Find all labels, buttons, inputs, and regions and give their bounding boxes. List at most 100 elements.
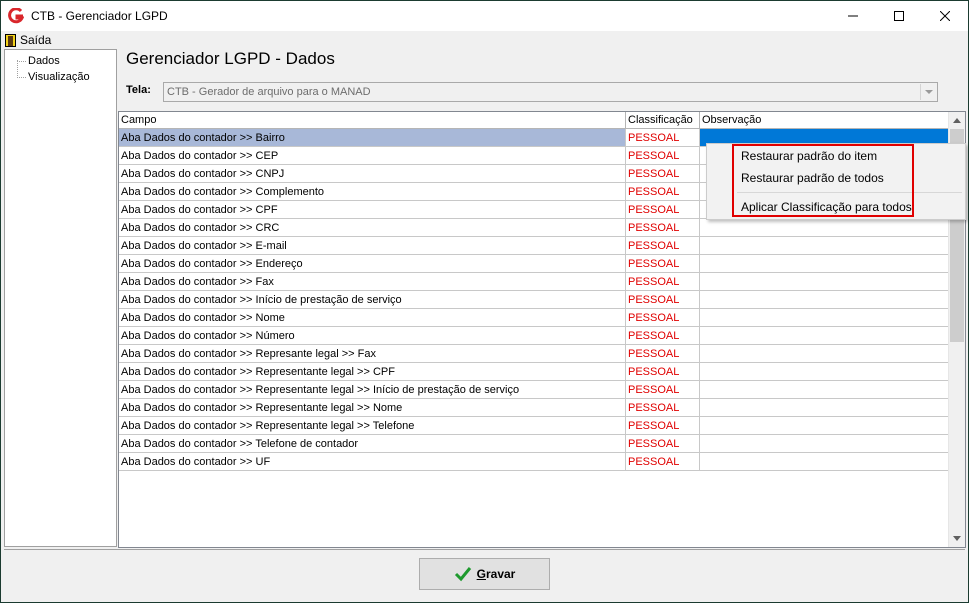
context-menu-restore-item[interactable]: Restaurar padrão do item [741,149,877,163]
cell-observacao[interactable] [700,255,949,273]
checkmark-icon [454,567,471,582]
cell-campo[interactable]: Aba Dados do contador >> UF [119,453,626,471]
scroll-up-button[interactable] [949,112,965,129]
cell-classificacao[interactable]: PESSOAL [626,435,700,453]
cell-campo[interactable]: Aba Dados do contador >> CEP [119,147,626,165]
cell-classificacao[interactable]: PESSOAL [626,129,700,147]
table-row[interactable]: Aba Dados do contador >> E-mail PESSOAL [119,237,949,255]
cell-campo[interactable]: Aba Dados do contador >> Bairro [119,129,626,147]
table-row[interactable]: Aba Dados do contador >> Representante l… [119,363,949,381]
tree-connector [17,61,26,62]
door-exit-icon [5,33,16,47]
cell-campo[interactable]: Aba Dados do contador >> Complemento [119,183,626,201]
cell-observacao[interactable] [700,219,949,237]
save-button-accesskey: G [476,567,486,581]
cell-observacao[interactable] [700,417,949,435]
cell-campo[interactable]: Aba Dados do contador >> Representante l… [119,399,626,417]
cell-observacao[interactable] [700,399,949,417]
cell-classificacao[interactable]: PESSOAL [626,273,700,291]
cell-campo[interactable]: Aba Dados do contador >> Representante l… [119,381,626,399]
cell-campo[interactable]: Aba Dados do contador >> Telefone de con… [119,435,626,453]
cell-classificacao[interactable]: PESSOAL [626,291,700,309]
cell-classificacao[interactable]: PESSOAL [626,201,700,219]
cell-observacao[interactable] [700,345,949,363]
minimize-button[interactable] [830,1,876,31]
cell-classificacao[interactable]: PESSOAL [626,327,700,345]
scroll-down-button[interactable] [949,530,965,547]
context-menu-restore-all[interactable]: Restaurar padrão de todos [741,171,884,185]
table-row[interactable]: Aba Dados do contador >> Nome PESSOAL [119,309,949,327]
cell-observacao[interactable] [700,237,949,255]
cell-campo[interactable]: Aba Dados do contador >> CRC [119,219,626,237]
cell-observacao[interactable] [700,381,949,399]
table-row[interactable]: Aba Dados do contador >> Fax PESSOAL [119,273,949,291]
tree-item-dados[interactable]: Dados [28,55,60,67]
cell-campo[interactable]: Aba Dados do contador >> Endereço [119,255,626,273]
minimize-icon [848,15,858,17]
close-icon [940,11,950,21]
cell-campo[interactable]: Aba Dados do contador >> CPF [119,201,626,219]
table-row[interactable]: Aba Dados do contador >> CRC PESSOAL [119,219,949,237]
title-bar[interactable]: CTB - Gerenciador LGPD [1,1,968,31]
tree-connector [17,77,26,78]
column-header-classificacao[interactable]: Classificação [626,112,700,129]
tela-select[interactable]: CTB - Gerador de arquivo para o MANAD [163,82,938,102]
column-header-campo[interactable]: Campo [119,112,626,129]
tree-item-visualizacao[interactable]: Visualização [28,71,90,83]
table-row[interactable]: Aba Dados do contador >> Início de prest… [119,291,949,309]
cell-classificacao[interactable]: PESSOAL [626,381,700,399]
cell-classificacao[interactable]: PESSOAL [626,453,700,471]
cell-campo[interactable]: Aba Dados do contador >> CNPJ [119,165,626,183]
table-row[interactable]: Aba Dados do contador >> Endereço PESSOAL [119,255,949,273]
cell-classificacao[interactable]: PESSOAL [626,309,700,327]
page-title: Gerenciador LGPD - Dados [126,49,335,68]
cell-classificacao[interactable]: PESSOAL [626,183,700,201]
cell-classificacao[interactable]: PESSOAL [626,237,700,255]
table-row[interactable]: Aba Dados do contador >> Número PESSOAL [119,327,949,345]
cell-campo[interactable]: Aba Dados do contador >> Número [119,327,626,345]
cell-classificacao[interactable]: PESSOAL [626,219,700,237]
cell-classificacao[interactable]: PESSOAL [626,147,700,165]
app-window: CTB - Gerenciador LGPD Saída Dados Visua… [0,0,969,603]
cell-campo[interactable]: Aba Dados do contador >> Representante l… [119,417,626,435]
table-row[interactable]: Aba Dados do contador >> Representante l… [119,399,949,417]
menu-bar: Saída [1,31,968,49]
cell-campo[interactable]: Aba Dados do contador >> Represante lega… [119,345,626,363]
table-row[interactable]: Aba Dados do contador >> Telefone de con… [119,435,949,453]
navigation-tree: Dados Visualização [4,49,117,547]
table-row[interactable]: Aba Dados do contador >> Representante l… [119,381,949,399]
cell-observacao[interactable] [700,435,949,453]
menu-exit[interactable]: Saída [1,33,51,47]
cell-observacao[interactable] [700,327,949,345]
save-button[interactable]: Gravar [419,558,550,590]
column-header-observacao[interactable]: Observação [700,112,949,129]
maximize-button[interactable] [876,1,922,31]
grid-header: Campo Classificação Observação [119,112,949,129]
cell-observacao[interactable] [700,453,949,471]
tela-select-value: CTB - Gerador de arquivo para o MANAD [167,86,371,98]
close-button[interactable] [922,1,968,31]
cell-observacao[interactable] [700,309,949,327]
cell-observacao[interactable] [700,273,949,291]
cell-campo[interactable]: Aba Dados do contador >> Nome [119,309,626,327]
tela-label: Tela: [126,84,151,96]
cell-classificacao[interactable]: PESSOAL [626,255,700,273]
cell-classificacao[interactable]: PESSOAL [626,417,700,435]
cell-classificacao[interactable]: PESSOAL [626,363,700,381]
scroll-down-icon [953,536,961,541]
tela-dropdown-button[interactable] [920,84,936,100]
cell-observacao[interactable] [700,363,949,381]
cell-observacao[interactable] [700,291,949,309]
menu-exit-label: Saída [20,33,52,47]
cell-campo[interactable]: Aba Dados do contador >> Representante l… [119,363,626,381]
cell-campo[interactable]: Aba Dados do contador >> Início de prest… [119,291,626,309]
table-row[interactable]: Aba Dados do contador >> Representante l… [119,417,949,435]
cell-campo[interactable]: Aba Dados do contador >> E-mail [119,237,626,255]
cell-classificacao[interactable]: PESSOAL [626,345,700,363]
table-row[interactable]: Aba Dados do contador >> Represante lega… [119,345,949,363]
context-menu-apply-classification-all[interactable]: Aplicar Classificação para todos [741,200,912,214]
cell-classificacao[interactable]: PESSOAL [626,165,700,183]
cell-classificacao[interactable]: PESSOAL [626,399,700,417]
table-row[interactable]: Aba Dados do contador >> UF PESSOAL [119,453,949,471]
cell-campo[interactable]: Aba Dados do contador >> Fax [119,273,626,291]
